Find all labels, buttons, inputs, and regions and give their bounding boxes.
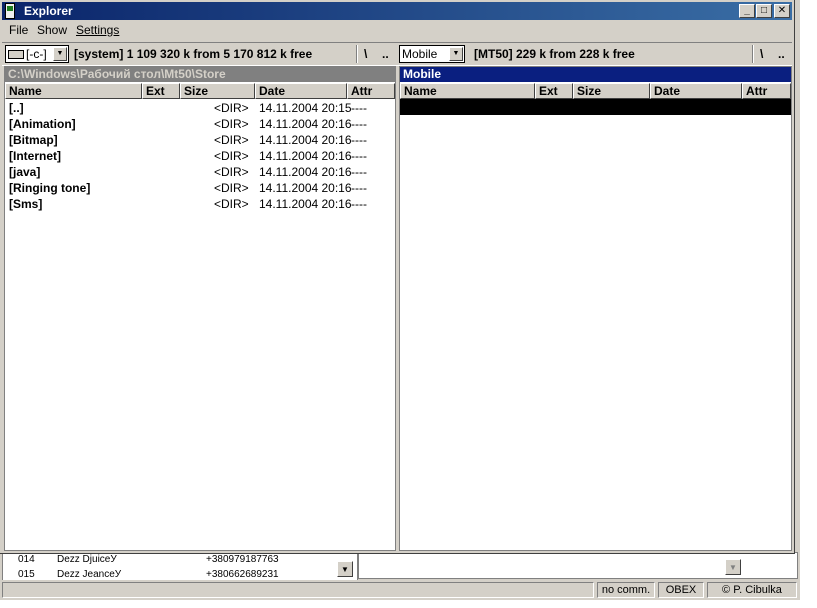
file-date: 14.11.2004 20:16 [259, 165, 352, 179]
left-file-panel[interactable]: C:\Windows\Рабочий стол\Mt50\Store Name … [4, 66, 396, 551]
file-size: <DIR> [214, 165, 249, 179]
title-bar[interactable]: Explorer _ □ ✕ [2, 2, 792, 20]
table-row[interactable]: [Bitmap] <DIR> 14.11.2004 20:16 ---- [5, 132, 395, 148]
right-file-panel[interactable]: Mobile Name Ext Size Date Attr [399, 66, 792, 551]
file-name: [Animation] [9, 117, 76, 131]
contact-id: 014 [18, 554, 35, 565]
file-name: [Ringing tone] [9, 181, 91, 195]
file-attr: ---- [351, 181, 367, 195]
right-drive-info: [MT50] 229 k from 228 k free [474, 47, 635, 61]
file-date: 14.11.2004 20:16 [259, 181, 352, 195]
toolbar-separator [356, 45, 358, 63]
column-header-attr[interactable]: Attr [742, 83, 791, 99]
close-icon: ✕ [777, 5, 787, 16]
message-input[interactable]: ▼ [358, 552, 798, 579]
file-date: 14.11.2004 20:16 [259, 117, 352, 131]
contact-name: Dezz DjuiceУ [57, 554, 117, 565]
right-drive-value: Mobile [402, 47, 438, 61]
right-up-button[interactable]: .. [778, 47, 785, 61]
file-name: [..] [9, 101, 24, 115]
menu-bar: File Show Settings [2, 20, 792, 39]
file-size: <DIR> [214, 149, 249, 163]
connection-status: no comm. [597, 582, 655, 598]
minimize-icon: _ [744, 5, 750, 16]
file-attr: ---- [351, 101, 367, 115]
left-path-bar: C:\Windows\Рабочий стол\Mt50\Store [5, 67, 395, 82]
status-cell-empty [2, 582, 594, 598]
right-drive-select[interactable]: Mobile ▼ [399, 45, 465, 63]
column-header-date[interactable]: Date [650, 83, 742, 99]
column-header-name[interactable]: Name [400, 83, 535, 99]
drive-toolbar: [-c-] ▼ [system] 1 109 320 k from 5 170 … [2, 42, 792, 66]
close-button[interactable]: ✕ [774, 4, 790, 18]
table-row[interactable]: [Animation] <DIR> 14.11.2004 20:16 ---- [5, 116, 395, 132]
left-drive-value: [-c-] [26, 47, 47, 61]
list-item[interactable]: 014 Dezz DjuiceУ +380979187763 [3, 553, 343, 566]
file-name: [Internet] [9, 149, 61, 163]
right-path-bar: Mobile [400, 67, 791, 82]
maximize-icon: □ [760, 5, 768, 16]
file-size: <DIR> [214, 101, 249, 115]
table-row[interactable]: [..] <DIR> 14.11.2004 20:15 ---- [5, 100, 395, 116]
column-header-name[interactable]: Name [5, 83, 142, 99]
table-row[interactable]: [Internet] <DIR> 14.11.2004 20:16 ---- [5, 148, 395, 164]
column-header-ext[interactable]: Ext [535, 83, 573, 99]
table-row[interactable]: [Sms] <DIR> 14.11.2004 20:16 ---- [5, 196, 395, 212]
file-size: <DIR> [214, 117, 249, 131]
menu-settings[interactable]: Settings [76, 23, 119, 37]
hard-drive-icon [8, 50, 24, 60]
dropdown-button[interactable]: ▼ [725, 559, 741, 575]
left-drive-select[interactable]: [-c-] ▼ [5, 45, 69, 63]
phone-icon [5, 3, 15, 19]
menu-file[interactable]: File [9, 23, 28, 37]
left-up-button[interactable]: .. [382, 47, 389, 61]
column-header-size[interactable]: Size [573, 83, 650, 99]
scroll-down-button[interactable]: ▼ [337, 561, 353, 577]
toolbar-separator [752, 45, 754, 63]
selected-row-cursor[interactable] [400, 99, 791, 115]
chevron-down-icon: ▼ [341, 564, 349, 574]
protocol-status: OBEX [658, 582, 704, 598]
status-bar: no comm. OBEX © P. Cibulka [0, 580, 800, 600]
contacts-list[interactable]: 014 Dezz DjuiceУ +380979187763 015 Dezz … [2, 552, 358, 581]
minimize-button[interactable]: _ [739, 4, 755, 18]
file-attr: ---- [351, 133, 367, 147]
file-date: 14.11.2004 20:16 [259, 133, 352, 147]
table-row[interactable]: [java] <DIR> 14.11.2004 20:16 ---- [5, 164, 395, 180]
file-attr: ---- [351, 149, 367, 163]
file-date: 14.11.2004 20:15 [259, 101, 352, 115]
table-row[interactable]: [Ringing tone] <DIR> 14.11.2004 20:16 --… [5, 180, 395, 196]
chevron-down-icon[interactable]: ▼ [449, 47, 463, 61]
file-attr: ---- [351, 197, 367, 211]
file-size: <DIR> [214, 133, 249, 147]
maximize-button[interactable]: □ [756, 4, 772, 18]
contact-phone: +380979187763 [206, 554, 279, 565]
left-root-button[interactable]: \ [364, 47, 367, 61]
file-name: [java] [9, 165, 41, 179]
file-attr: ---- [351, 165, 367, 179]
file-name: [Bitmap] [9, 133, 58, 147]
file-size: <DIR> [214, 197, 249, 211]
menu-show[interactable]: Show [37, 23, 67, 37]
column-header-date[interactable]: Date [255, 83, 347, 99]
file-name: [Sms] [9, 197, 43, 211]
explorer-window: Explorer _ □ ✕ File Show Settings [-c-] … [0, 0, 795, 554]
copyright-label: © P. Cibulka [707, 582, 797, 598]
window-title: Explorer [24, 4, 73, 18]
chevron-down-icon[interactable]: ▼ [53, 47, 67, 61]
column-header-ext[interactable]: Ext [142, 83, 180, 99]
file-attr: ---- [351, 117, 367, 131]
column-header-attr[interactable]: Attr [347, 83, 395, 99]
chevron-down-icon: ▼ [729, 562, 737, 572]
file-date: 14.11.2004 20:16 [259, 149, 352, 163]
right-root-button[interactable]: \ [760, 47, 763, 61]
file-size: <DIR> [214, 181, 249, 195]
column-header-size[interactable]: Size [180, 83, 255, 99]
left-drive-info: [system] 1 109 320 k from 5 170 812 k fr… [74, 47, 313, 61]
file-date: 14.11.2004 20:16 [259, 197, 352, 211]
